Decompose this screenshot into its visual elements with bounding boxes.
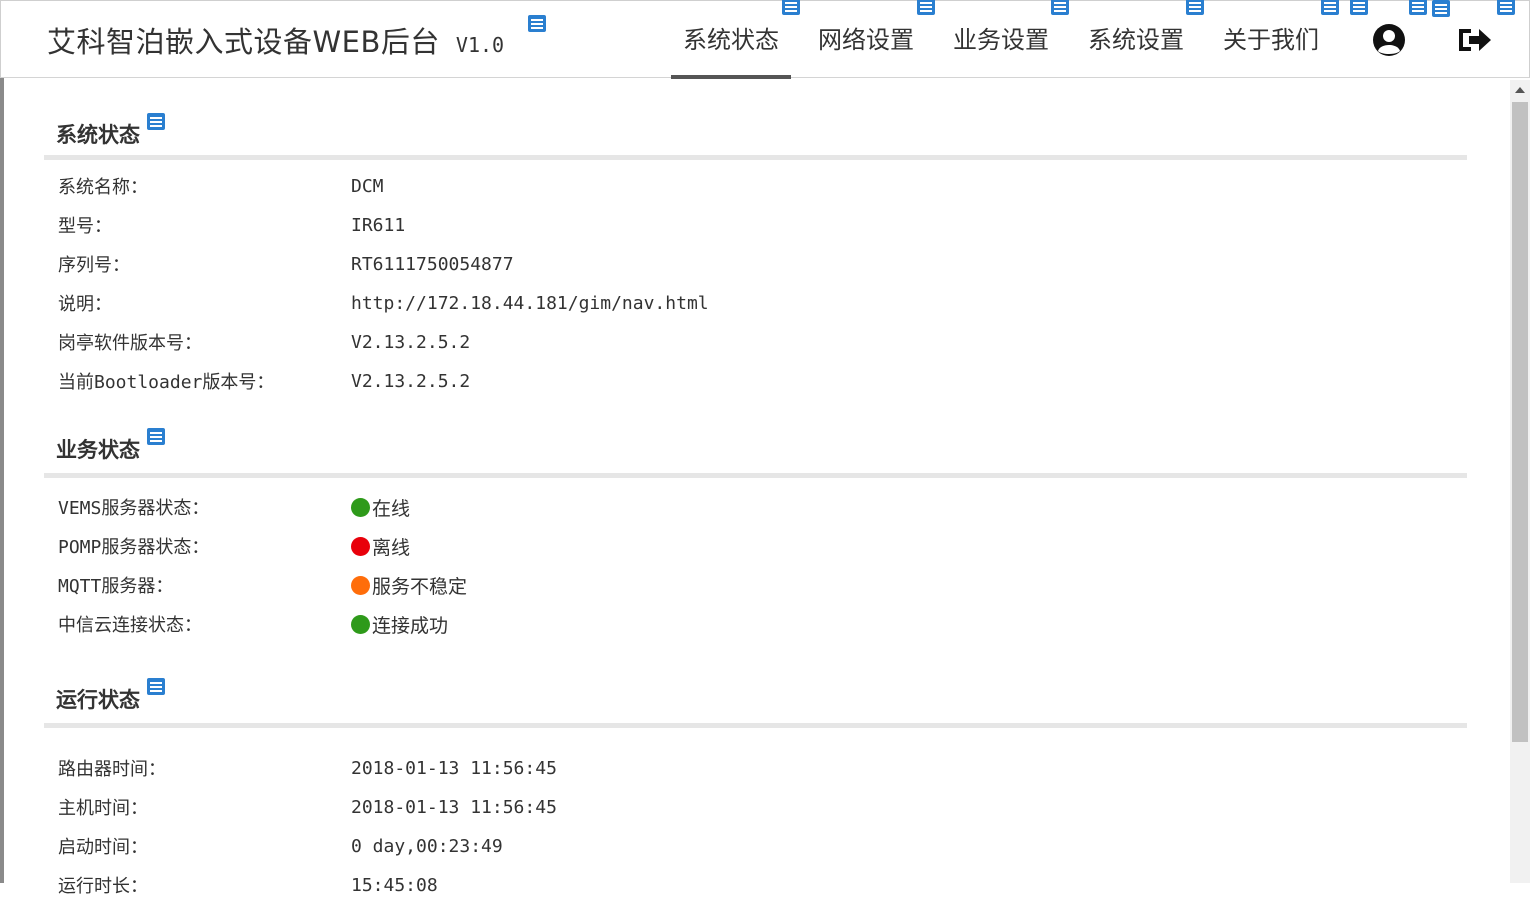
note-icon[interactable] — [1497, 0, 1515, 15]
tab-network-settings[interactable]: 网络设置 — [806, 1, 926, 79]
status-dot-icon — [351, 536, 370, 556]
info-value: http://172.18.44.181/gim/nav.html — [351, 292, 709, 314]
info-row: 当前Bootloader版本号： V2.13.2.5.2 — [58, 368, 1458, 394]
section-title-system-status: 系统状态 — [56, 123, 140, 147]
sign-out-icon[interactable] — [1455, 21, 1493, 59]
status-value: 服务不稳定 — [351, 572, 467, 599]
info-value: 2018-01-13 11:56:45 — [351, 796, 557, 818]
status-text: 连接成功 — [372, 614, 449, 637]
info-label: 主机时间： — [58, 798, 148, 819]
status-dot-icon — [351, 497, 370, 517]
note-icon[interactable] — [1350, 0, 1368, 15]
info-row: 型号： IR611 — [58, 212, 1458, 238]
scroll-up-arrow-icon[interactable] — [1510, 80, 1530, 100]
user-circle-icon[interactable] — [1370, 21, 1408, 59]
status-label: POMP服务器状态： — [58, 537, 210, 558]
note-icon[interactable] — [528, 15, 546, 32]
info-row: 主机时间： 2018-01-13 11:56:45 — [58, 794, 1458, 820]
top-header: 艾科智泊嵌入式设备WEB后台 V1.0 系统状态 网络设置 业务设置 系统设置 … — [0, 0, 1530, 79]
status-dot-icon — [351, 575, 370, 595]
info-value: 2018-01-13 11:56:45 — [351, 757, 557, 779]
note-icon[interactable] — [1409, 0, 1427, 15]
info-label: 当前Bootloader版本号： — [58, 372, 275, 393]
info-label: 启动时间： — [58, 837, 148, 858]
status-text: 离线 — [372, 536, 411, 559]
app-title: 艾科智泊嵌入式设备WEB后台 — [47, 25, 440, 59]
note-icon[interactable] — [147, 428, 165, 445]
status-text: 在线 — [372, 497, 411, 520]
note-icon[interactable] — [1321, 0, 1339, 15]
note-icon[interactable] — [917, 0, 935, 15]
note-icon[interactable] — [782, 0, 800, 15]
status-label: 中信云连接状态： — [58, 615, 202, 636]
status-row: POMP服务器状态： 离线 — [58, 533, 1458, 559]
status-value: 离线 — [351, 533, 410, 560]
info-label: 运行时长： — [58, 876, 148, 897]
status-dot-icon — [351, 614, 370, 634]
info-row: 序列号： RT6111750054877 — [58, 251, 1458, 277]
info-label: 系统名称： — [58, 177, 148, 198]
info-value: 0 day,00:23:49 — [351, 835, 503, 857]
section-title-business-status: 业务状态 — [56, 438, 140, 462]
info-row: 启动时间： 0 day,00:23:49 — [58, 833, 1458, 859]
tab-business-settings[interactable]: 业务设置 — [941, 1, 1061, 79]
note-icon[interactable] — [147, 113, 165, 130]
vertical-scrollbar[interactable] — [1510, 80, 1530, 883]
status-value: 连接成功 — [351, 611, 448, 638]
tab-system-settings[interactable]: 系统设置 — [1076, 1, 1196, 79]
page-left-edge — [0, 78, 4, 883]
section-divider — [44, 723, 1467, 728]
section-divider — [44, 155, 1467, 160]
info-value: DCM — [351, 175, 384, 197]
tab-system-status[interactable]: 系统状态 — [671, 1, 791, 79]
info-label: 说明： — [58, 294, 112, 315]
scroll-thumb[interactable] — [1512, 102, 1528, 742]
note-icon[interactable] — [147, 678, 165, 695]
status-value: 在线 — [351, 494, 410, 521]
info-row: 说明： http://172.18.44.181/gim/nav.html — [58, 290, 1458, 316]
note-icon[interactable] — [1186, 0, 1204, 15]
status-row: VEMS服务器状态： 在线 — [58, 494, 1458, 520]
brand: 艾科智泊嵌入式设备WEB后台 V1.0 — [47, 19, 504, 63]
info-row: 岗亭软件版本号： V2.13.2.5.2 — [58, 329, 1458, 355]
info-label: 路由器时间： — [58, 759, 166, 780]
note-icon[interactable] — [1051, 0, 1069, 15]
info-value: V2.13.2.5.2 — [351, 370, 471, 392]
info-value: RT6111750054877 — [351, 253, 514, 275]
info-row: 系统名称： DCM — [58, 173, 1458, 199]
status-label: VEMS服务器状态： — [58, 498, 210, 519]
info-label: 序列号： — [58, 255, 130, 276]
status-label: MQTT服务器： — [58, 576, 174, 597]
info-label: 岗亭软件版本号： — [58, 333, 202, 354]
status-row: 中信云连接状态： 连接成功 — [58, 611, 1458, 637]
info-row: 运行时长： 15:45:08 — [58, 872, 1458, 898]
info-row: 路由器时间： 2018-01-13 11:56:45 — [58, 755, 1458, 781]
info-value: IR611 — [351, 214, 406, 236]
app-version: V1.0 — [455, 33, 505, 57]
section-divider — [44, 473, 1467, 478]
note-icon[interactable] — [1432, 0, 1450, 17]
info-value: 15:45:08 — [351, 874, 438, 896]
info-value: V2.13.2.5.2 — [351, 331, 471, 353]
section-title-runtime-status: 运行状态 — [56, 688, 140, 712]
info-label: 型号： — [58, 216, 112, 237]
status-row: MQTT服务器： 服务不稳定 — [58, 572, 1458, 598]
tab-about-us[interactable]: 关于我们 — [1211, 1, 1331, 79]
status-text: 服务不稳定 — [372, 575, 468, 598]
